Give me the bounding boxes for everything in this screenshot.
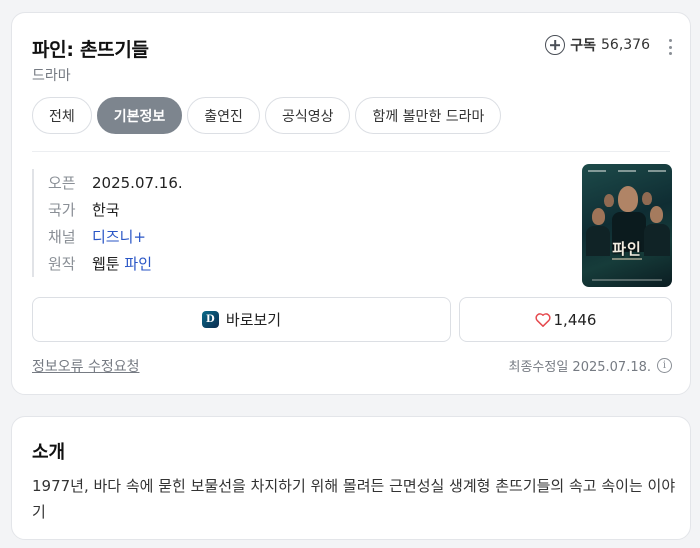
info-row-country: 국가 한국 (48, 196, 183, 223)
tab-bar: 전체 기본정보 출연진 공식영상 함께 볼만한 드라마 (32, 97, 502, 134)
channel-link[interactable]: 디즈니+ (92, 226, 146, 247)
report-error-link[interactable]: 정보오류 수정요청 (32, 356, 140, 376)
plus-circle-icon (545, 35, 566, 55)
intro-text: 1977년, 바다 속에 묻힌 보물선을 차지하기 위해 몰려든 근면성실 생계… (32, 477, 676, 521)
info-key: 오픈 (48, 174, 76, 192)
subscriber-count: 56,376 (601, 37, 650, 53)
genre-label: 드라마 (32, 68, 71, 84)
info-icon[interactable]: i (657, 358, 672, 373)
disney-plus-icon: D (201, 311, 219, 328)
page-title: 파인: 촌뜨기들 (32, 39, 149, 61)
tab-basic-info[interactable]: 기본정보 (96, 97, 183, 134)
info-row-open: 오픈 2025.07.16. (48, 169, 183, 196)
info-row-original: 원작 웹툰 파인 (48, 250, 183, 277)
tab-official-video[interactable]: 공식영상 (264, 97, 351, 134)
watch-now-button[interactable]: D 바로보기 (32, 297, 451, 342)
tab-related-dramas[interactable]: 함께 볼만한 드라마 (355, 97, 502, 134)
info-key: 국가 (48, 201, 76, 219)
original-type: 웹툰 (92, 255, 120, 273)
intro-heading: 소개 (32, 442, 66, 463)
divider (32, 151, 670, 152)
last-updated: 최종수정일 2025.07.18. i (508, 356, 672, 375)
like-count: 1,446 (553, 310, 597, 329)
original-title-link[interactable]: 파인 (124, 253, 152, 274)
heart-icon (534, 313, 551, 327)
poster-image[interactable]: 파인 (582, 164, 672, 287)
info-key: 채널 (48, 228, 76, 246)
info-key: 원작 (48, 255, 76, 273)
tab-all[interactable]: 전체 (32, 97, 92, 134)
poster-title: 파인 (612, 240, 642, 258)
info-row-channel: 채널 디즈니+ (48, 223, 183, 250)
subscribe-button[interactable]: 구독 56,376 (545, 35, 650, 55)
watch-label: 바로보기 (225, 311, 282, 329)
drama-info-card: 파인: 촌뜨기들 드라마 구독 56,376 전체 기본정보 출연진 공식영상 … (11, 12, 691, 395)
tab-cast[interactable]: 출연진 (187, 97, 260, 134)
country-value: 한국 (92, 201, 120, 219)
open-date: 2025.07.16. (92, 173, 183, 192)
intro-card: 소개 1977년, 바다 속에 묻힌 보물선을 차지하기 위해 몰려든 근면성실… (11, 416, 691, 540)
like-button[interactable]: 1,446 (459, 297, 672, 342)
more-options-icon[interactable] (668, 39, 672, 55)
basic-info-list: 오픈 2025.07.16. 국가 한국 채널 디즈니+ 원작 웹툰 파인 (32, 169, 183, 277)
subscribe-label: 구독 (570, 38, 596, 54)
updated-label: 최종수정일 2025.07.18. (508, 360, 652, 375)
